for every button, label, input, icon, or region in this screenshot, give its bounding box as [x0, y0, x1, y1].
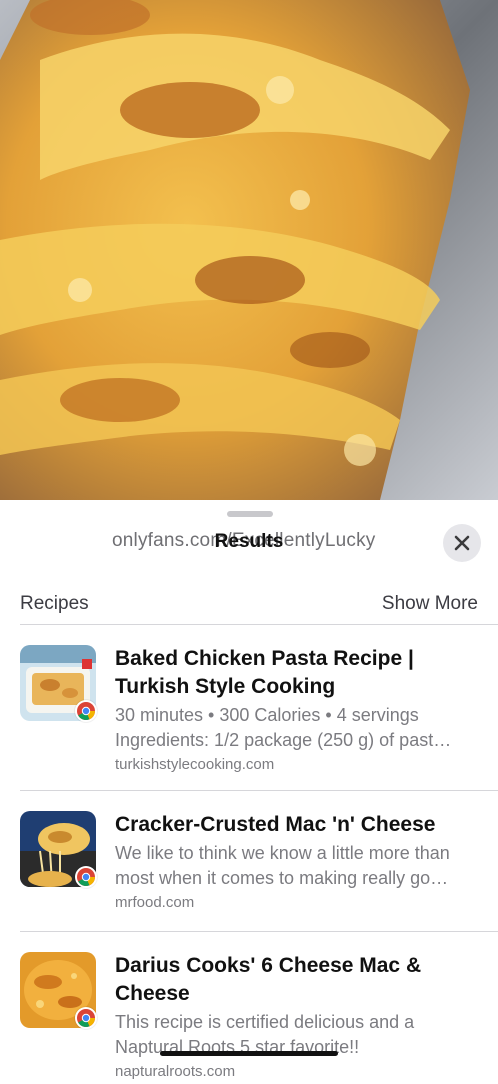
result-title: Darius Cooks' 6 Cheese Mac & Cheese: [115, 954, 422, 1005]
result-source: napturalroots.com: [115, 1063, 236, 1080]
chrome-icon: [75, 1007, 97, 1029]
result-description: Ingredients: 1/2 package (250 g) of past…: [115, 730, 452, 750]
close-icon: [454, 535, 470, 551]
result-text: Darius Cooks' 6 Cheese Mac & Cheese This…: [115, 952, 478, 1084]
result-title: Cracker-Crusted Mac 'n' Cheese: [115, 813, 436, 836]
home-indicator[interactable]: [160, 1051, 338, 1056]
result-item[interactable]: Baked Chicken Pasta Recipe | Turkish Sty…: [20, 645, 478, 775]
result-item[interactable]: Cracker-Crusted Mac 'n' Cheese We like t…: [20, 811, 478, 921]
result-text: Cracker-Crusted Mac 'n' Cheese We like t…: [115, 811, 478, 915]
result-source: mrfood.com: [115, 894, 195, 911]
result-description: Naptural Roots 5 star favorite!!: [115, 1037, 360, 1057]
recipes-section-header: Recipes Show More: [20, 591, 478, 617]
chrome-icon: [75, 700, 97, 722]
result-description: most when it comes to making really go…: [115, 868, 449, 888]
result-source: turkishstylecooking.com: [115, 756, 275, 773]
sheet-grabber[interactable]: [227, 511, 273, 517]
results-sheet: onlyfans.com/ExcellentlyLucky Results Re…: [0, 505, 498, 1080]
sheet-title: Results: [214, 531, 284, 552]
result-meta: 30 minutes • 300 Calories • 4 servings: [115, 705, 419, 725]
sheet-header: onlyfans.com/ExcellentlyLucky Results: [0, 523, 498, 563]
result-description: We like to think we know a little more t…: [115, 843, 450, 863]
divider: [20, 790, 498, 791]
result-title: Baked Chicken Pasta Recipe | Turkish Sty…: [115, 647, 414, 698]
show-more-button[interactable]: Show More: [382, 593, 478, 615]
food-photo: [0, 0, 498, 500]
result-description: This recipe is certified delicious and a: [115, 1012, 415, 1032]
result-item[interactable]: Darius Cooks' 6 Cheese Mac & Cheese This…: [20, 952, 478, 1080]
divider: [20, 624, 498, 625]
close-button[interactable]: [443, 524, 481, 562]
chrome-icon: [75, 866, 97, 888]
section-label: Recipes: [20, 593, 89, 614]
divider: [20, 931, 498, 932]
result-text: Baked Chicken Pasta Recipe | Turkish Sty…: [115, 645, 478, 777]
